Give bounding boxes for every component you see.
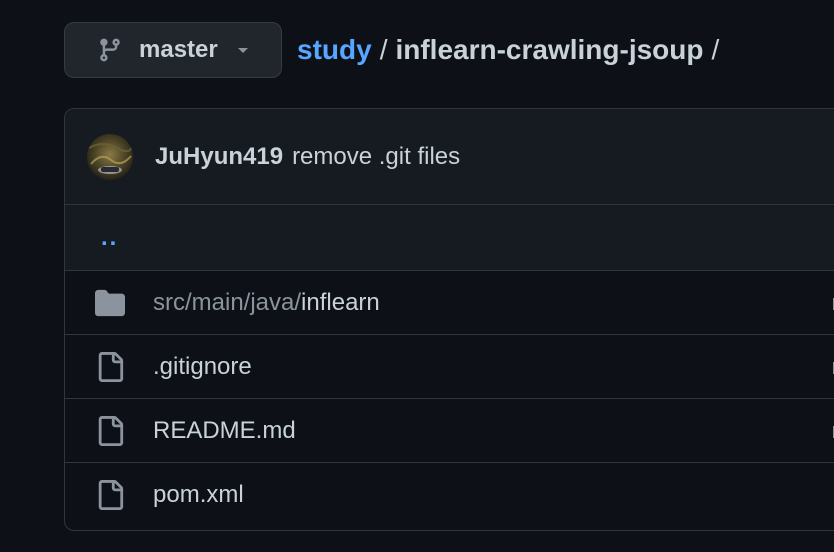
branch-name: master (139, 36, 218, 63)
avatar[interactable] (87, 133, 133, 180)
folder-name: inflearn (301, 288, 380, 316)
branch-selector-button[interactable]: master (64, 22, 282, 78)
file-name-link[interactable]: src/main/java/inflearn (153, 289, 380, 317)
commit-author-link[interactable]: JuHyun419 (155, 143, 283, 171)
file-list-box: JuHyun419 remove .git files .. src/main/… (64, 108, 834, 531)
commit-message-link[interactable]: remove .git files (292, 143, 460, 171)
folder-path-prefix: src/main/java/ (153, 288, 302, 316)
breadcrumb-separator: / (379, 34, 388, 65)
file-name-link[interactable]: pom.xml (153, 481, 244, 509)
breadcrumb-current-folder: inflearn-crawling-jsoup (395, 34, 704, 65)
file-row[interactable]: src/main/java/inflearn (65, 271, 834, 335)
breadcrumb-link-study[interactable]: study (297, 34, 372, 66)
file-icon (98, 480, 124, 510)
file-icon (98, 415, 124, 446)
parent-directory-link[interactable]: .. (101, 224, 118, 252)
file-name-link[interactable]: README.md (153, 417, 296, 445)
file-row[interactable]: pom.xml (65, 463, 834, 527)
parent-directory-row[interactable]: .. (65, 205, 834, 271)
repo-header: master study / inflearn-crawling-jsoup / (64, 22, 727, 78)
caret-down-icon (238, 48, 248, 53)
file-row[interactable]: .gitignore (65, 335, 834, 399)
folder-icon (95, 289, 125, 316)
latest-commit-row: JuHyun419 remove .git files (65, 109, 834, 205)
breadcrumb-trailing-separator: / (711, 34, 720, 65)
breadcrumb: study / inflearn-crawling-jsoup / (297, 34, 727, 66)
file-row[interactable]: README.md (65, 399, 834, 463)
file-icon (98, 351, 124, 382)
file-name-link[interactable]: .gitignore (153, 353, 252, 381)
git-branch-icon (100, 38, 120, 62)
